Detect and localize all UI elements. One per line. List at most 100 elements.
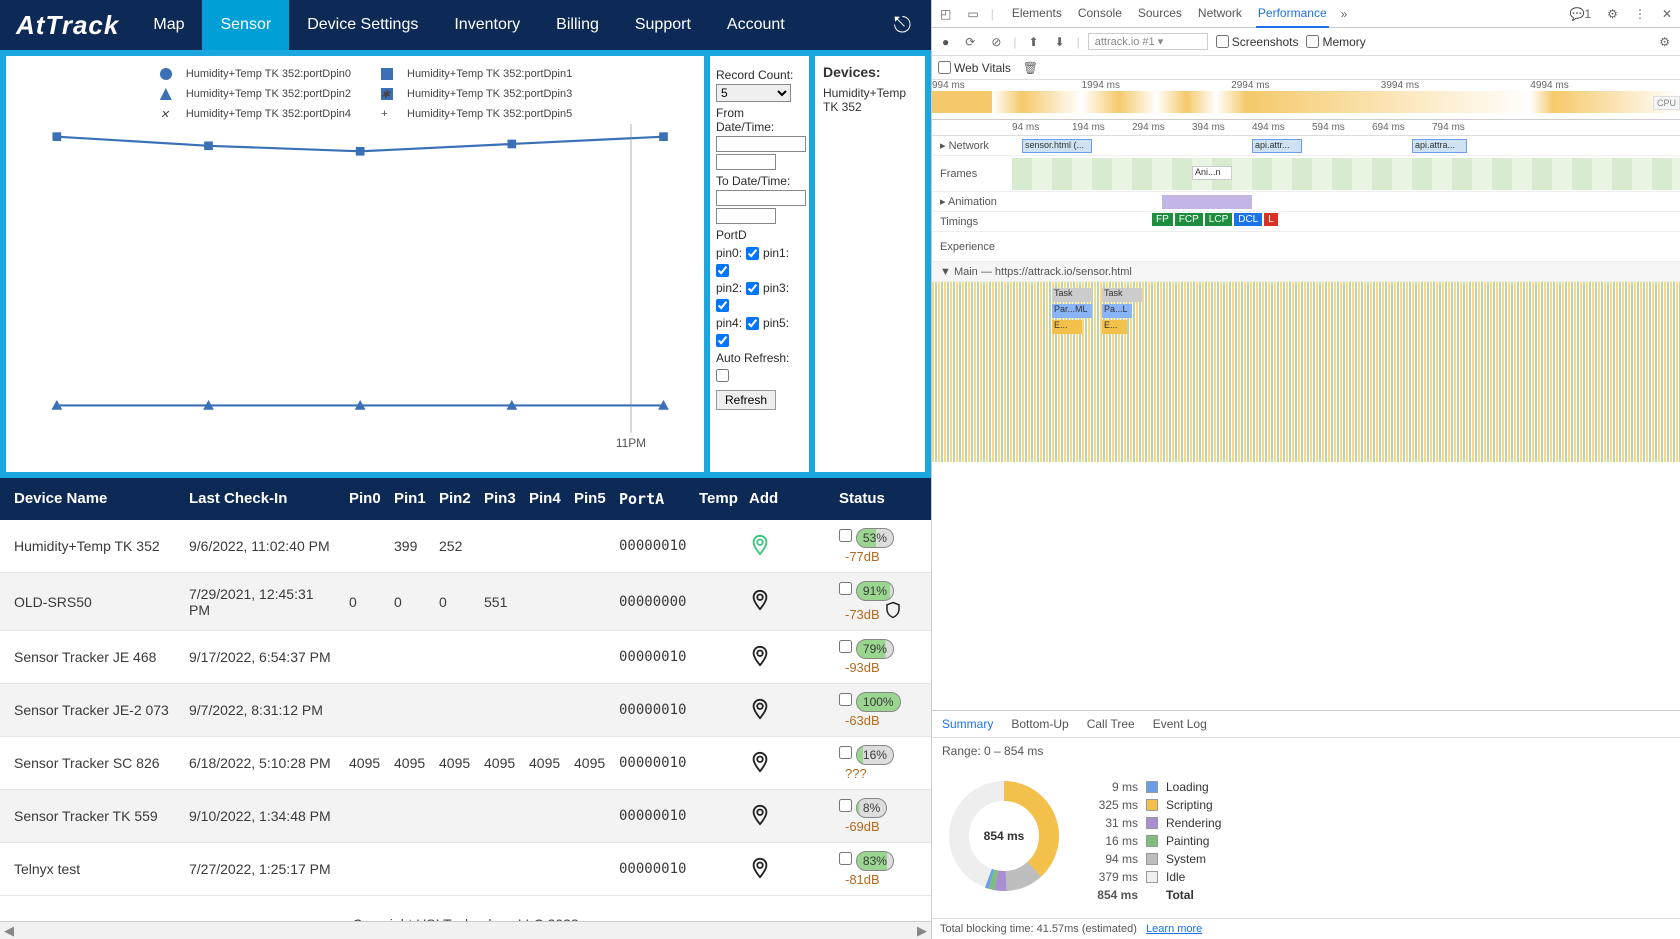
battery-badge: 83% — [856, 851, 894, 871]
signal-strength: -77dB — [845, 549, 880, 564]
pin4-checkbox[interactable] — [746, 317, 759, 330]
from-time-input[interactable] — [716, 154, 776, 170]
nav-device-settings[interactable]: Device Settings — [289, 0, 436, 50]
record-icon[interactable]: ● — [938, 33, 953, 51]
menu-icon[interactable]: ⋮ — [1630, 5, 1650, 23]
animation-track-label[interactable]: ▸ Animation — [932, 195, 1012, 208]
pin5-checkbox[interactable] — [716, 334, 729, 347]
nav-map[interactable]: Map — [135, 0, 202, 50]
table-row[interactable]: OLD-SRS50 7/29/2021, 12:45:31 PM 000 551… — [0, 573, 931, 631]
location-pin-icon[interactable] — [749, 645, 771, 667]
auto-refresh-checkbox[interactable] — [716, 369, 729, 382]
battery-badge: 91% — [856, 581, 894, 601]
timings-track-label[interactable]: Timings — [932, 216, 1012, 228]
nav-support[interactable]: Support — [617, 0, 709, 50]
close-devtools-icon[interactable]: ✕ — [1658, 5, 1676, 23]
network-track-label[interactable]: ▸ Network — [932, 139, 1012, 152]
pin0-checkbox[interactable] — [746, 247, 759, 260]
clear-icon[interactable]: ⊘ — [987, 33, 1005, 51]
perf-settings-icon[interactable]: ⚙ — [1655, 33, 1674, 51]
status-checkbox[interactable] — [839, 640, 852, 653]
table-header: Device Name Last Check-In Pin0 Pin1 Pin2… — [0, 478, 931, 520]
settings-icon[interactable]: ⚙ — [1603, 5, 1622, 23]
record-count-label: Record Count: — [716, 68, 803, 82]
upload-icon[interactable]: ⬆ — [1025, 33, 1043, 51]
auto-refresh-label: Auto Refresh: — [716, 351, 789, 365]
battery-badge: 53% — [856, 528, 894, 548]
device-toggle-icon[interactable]: ▭ — [963, 5, 982, 23]
experience-track-label[interactable]: Experience — [932, 241, 1012, 253]
tab-summary[interactable]: Summary — [942, 717, 993, 731]
chart-legend: Humidity+Temp TK 352:portDpin0 Humidity+… — [46, 64, 696, 124]
flame-chart[interactable]: Task Task Par...ML Pa...L E... E... — [932, 282, 1680, 462]
webvitals-checkbox[interactable] — [938, 61, 951, 74]
url-select[interactable]: attrack.io #1 ▾ — [1088, 33, 1208, 50]
signal-strength: -81dB — [845, 872, 880, 887]
location-pin-icon[interactable] — [749, 589, 771, 611]
tab-sources[interactable]: Sources — [1136, 0, 1184, 28]
trash-icon[interactable]: 🗑 — [1019, 59, 1042, 77]
pin1-checkbox[interactable] — [716, 264, 729, 277]
table-row[interactable]: Telnyx test 7/27/2022, 1:25:17 PM 000000… — [0, 843, 931, 896]
table-row[interactable]: Sensor Tracker JE-2 073 9/7/2022, 8:31:1… — [0, 684, 931, 737]
location-pin-icon[interactable] — [749, 534, 771, 556]
tab-event-log[interactable]: Event Log — [1153, 717, 1207, 731]
location-pin-icon[interactable] — [749, 857, 771, 879]
to-date-input[interactable] — [716, 190, 806, 206]
devices-panel: Devices: Humidity+Temp TK 352 — [815, 56, 925, 472]
tab-performance[interactable]: Performance — [1256, 0, 1329, 28]
nav-account[interactable]: Account — [709, 0, 803, 50]
pin3-checkbox[interactable] — [716, 299, 729, 312]
more-tabs-icon[interactable]: » — [1337, 5, 1352, 23]
learn-more-link[interactable]: Learn more — [1146, 923, 1202, 935]
main-track-label[interactable]: ▼ Main — https://attrack.io/sensor.html — [932, 266, 1132, 278]
devtools-footer: Total blocking time: 41.57ms (estimated)… — [932, 918, 1680, 939]
location-pin-icon[interactable] — [749, 751, 771, 773]
tab-console[interactable]: Console — [1076, 0, 1124, 28]
signal-strength: ??? — [845, 766, 867, 781]
table-row[interactable]: Humidity+Temp TK 352 9/6/2022, 11:02:40 … — [0, 520, 931, 573]
download-icon[interactable]: ⬇ — [1051, 33, 1069, 51]
status-checkbox[interactable] — [839, 693, 852, 706]
nav-billing[interactable]: Billing — [538, 0, 617, 50]
perf-timeline[interactable]: 94 ms194 ms294 ms394 ms494 ms594 ms694 m… — [932, 120, 1680, 711]
status-checkbox[interactable] — [839, 746, 852, 759]
status-checkbox[interactable] — [839, 529, 852, 542]
frames-track-label[interactable]: Frames — [932, 168, 1012, 180]
from-date-input[interactable] — [716, 136, 806, 152]
table-row[interactable]: Sensor Tracker JE 468 9/17/2022, 6:54:37… — [0, 631, 931, 684]
location-pin-icon[interactable] — [749, 804, 771, 826]
to-date-label: To Date/Time: — [716, 174, 803, 188]
tab-network[interactable]: Network — [1196, 0, 1244, 28]
to-time-input[interactable] — [716, 208, 776, 224]
signal-strength: -69dB — [845, 819, 880, 834]
range-label: Range: 0 – 854 ms — [932, 738, 1680, 764]
table-row[interactable]: Sensor Tracker TK 559 9/10/2022, 1:34:48… — [0, 790, 931, 843]
tab-elements[interactable]: Elements — [1010, 0, 1064, 28]
tab-bottom-up[interactable]: Bottom-Up — [1011, 717, 1068, 731]
status-checkbox[interactable] — [839, 852, 852, 865]
screenshots-checkbox[interactable] — [1216, 35, 1229, 48]
messages-icon[interactable]: 💬1 — [1566, 5, 1596, 23]
record-count-select[interactable]: 5 — [716, 84, 791, 102]
inspect-icon[interactable]: ◰ — [936, 5, 955, 23]
battery-badge: 8% — [856, 798, 887, 818]
nav-inventory[interactable]: Inventory — [436, 0, 538, 50]
app-logo: AtTrack — [0, 10, 135, 41]
tab-call-tree[interactable]: Call Tree — [1087, 717, 1135, 731]
status-checkbox[interactable] — [839, 799, 852, 812]
horizontal-scrollbar[interactable]: ◀▶ — [0, 921, 931, 939]
table-row[interactable]: Sensor Tracker SC 826 6/18/2022, 5:10:28… — [0, 737, 931, 790]
battery-badge: 79% — [856, 639, 894, 659]
location-pin-icon[interactable] — [749, 698, 771, 720]
logout-icon[interactable]: ⎋ — [874, 12, 931, 38]
selected-device[interactable]: Humidity+Temp TK 352 — [823, 86, 917, 114]
reload-icon[interactable]: ⟳ — [961, 33, 979, 51]
signal-strength: -93dB — [845, 660, 880, 675]
refresh-button[interactable]: Refresh — [716, 390, 776, 410]
pin2-checkbox[interactable] — [746, 282, 759, 295]
memory-checkbox[interactable] — [1306, 35, 1319, 48]
perf-overview[interactable]: 994 ms1994 ms2994 ms3994 ms4994 ms CPU — [932, 80, 1680, 120]
status-checkbox[interactable] — [839, 582, 852, 595]
nav-sensor[interactable]: Sensor — [202, 0, 289, 50]
